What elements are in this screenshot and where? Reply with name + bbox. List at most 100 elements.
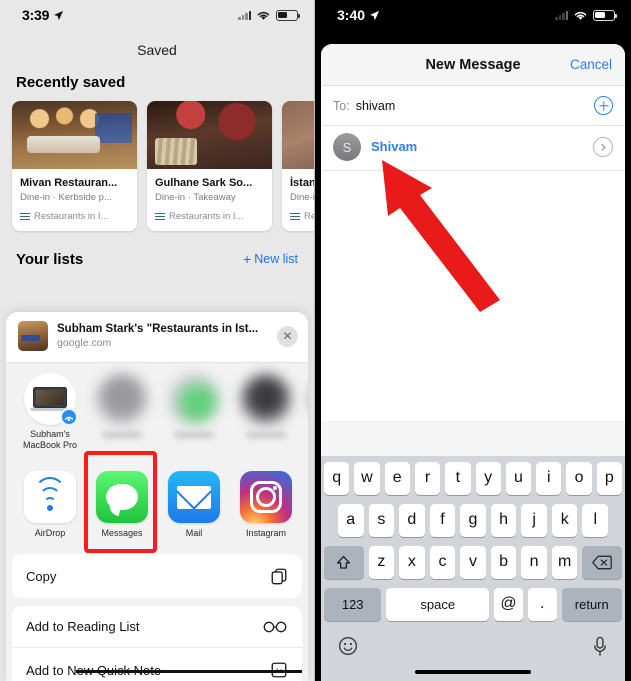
new-list-button[interactable]: + New list	[243, 252, 298, 266]
return-key[interactable]: return	[561, 587, 622, 621]
key-g[interactable]: g	[460, 503, 486, 537]
key-u[interactable]: u	[505, 461, 532, 495]
right-phone-screen: 3:40 New Message Cancel To: shivam S Shi…	[315, 0, 631, 681]
airdrop-target-blurred[interactable]	[236, 373, 296, 439]
share-apps-row: AirDrop Messages Mail Instagram	[6, 451, 308, 554]
microphone-icon[interactable]	[592, 636, 608, 662]
airdrop-target-macbook[interactable]: Subham's MacBook Pro	[20, 373, 80, 451]
status-bar-left: 3:39	[22, 7, 64, 23]
key-b[interactable]: b	[490, 545, 517, 579]
key-y[interactable]: y	[475, 461, 501, 495]
period-key[interactable]: .	[527, 587, 557, 621]
share-app-airdrop[interactable]: AirDrop	[20, 471, 80, 538]
keyboard-row-1: q w e r t y u i o p	[324, 461, 622, 495]
saved-card-title: İstan	[290, 177, 315, 189]
key-v[interactable]: v	[460, 545, 486, 579]
airdrop-target-label: Subham's MacBook Pro	[22, 429, 78, 450]
status-bar-time: 3:39	[22, 7, 50, 23]
battery-icon	[276, 9, 301, 21]
key-l[interactable]: l	[582, 503, 609, 537]
share-item-url: google.com	[57, 337, 112, 349]
glasses-icon	[262, 620, 288, 634]
on-screen-keyboard: q w e r t y u i o p a s d f g h j k l z …	[321, 455, 625, 681]
chevron-right-icon[interactable]	[593, 137, 613, 157]
key-j[interactable]: j	[521, 503, 547, 537]
contact-suggestion-row[interactable]: S Shivam	[321, 126, 625, 171]
copy-icon	[270, 567, 288, 585]
key-x[interactable]: x	[399, 545, 425, 579]
emoji-icon[interactable]	[338, 636, 358, 661]
key-f[interactable]: f	[429, 503, 456, 537]
action-add-to-new-quick-note[interactable]: Add to New Quick Note Aa	[12, 647, 302, 681]
key-c[interactable]: c	[429, 545, 456, 579]
quick-note-icon: Aa	[270, 661, 288, 679]
numeric-key[interactable]: 123	[324, 587, 382, 621]
list-icon	[290, 212, 300, 221]
delete-icon[interactable]	[582, 545, 623, 579]
share-actions: Copy Add to Reading List Add to New Quic…	[6, 554, 308, 681]
messages-icon	[96, 471, 148, 523]
plus-icon: +	[243, 251, 252, 267]
saved-card-subtitle: Dine-in · Takeaway	[155, 192, 236, 203]
share-app-instagram[interactable]: Instagram	[236, 471, 296, 538]
airdrop-targets-row: Subham's MacBook Pro	[6, 363, 308, 457]
key-z[interactable]: z	[368, 545, 395, 579]
saved-card-tag-label: Restaurants in I...	[34, 211, 109, 222]
airdrop-target-blurred[interactable]	[164, 373, 224, 439]
key-k[interactable]: k	[551, 503, 578, 537]
action-add-to-reading-list[interactable]: Add to Reading List	[12, 606, 302, 647]
close-icon[interactable]: ✕	[277, 325, 298, 347]
key-w[interactable]: w	[354, 461, 380, 495]
key-i[interactable]: i	[536, 461, 562, 495]
plus-circle-icon[interactable]	[594, 96, 613, 115]
key-o[interactable]: o	[566, 461, 592, 495]
key-p[interactable]: p	[596, 461, 622, 495]
saved-card-subtitle: Dine-in · Kerbside p...	[20, 192, 112, 203]
message-compose-area[interactable]	[321, 171, 625, 421]
space-key[interactable]: space	[386, 587, 490, 621]
restaurant-photo	[282, 101, 314, 169]
recipient-field-row[interactable]: To: shivam	[321, 86, 625, 126]
saved-card-body: Gulhane Sark So... Dine-in · Takeaway Re…	[147, 169, 272, 231]
shift-icon[interactable]	[324, 545, 364, 579]
location-arrow-icon	[54, 10, 64, 20]
action-copy[interactable]: Copy	[12, 554, 302, 598]
instagram-icon	[240, 471, 292, 523]
key-d[interactable]: d	[399, 503, 425, 537]
key-e[interactable]: e	[384, 461, 410, 495]
cancel-button[interactable]: Cancel	[570, 57, 612, 72]
key-h[interactable]: h	[490, 503, 517, 537]
action-label: Copy	[26, 568, 57, 584]
location-arrow-icon	[369, 10, 380, 20]
saved-card[interactable]: Gulhane Sark So... Dine-in · Takeaway Re…	[147, 101, 272, 231]
saved-card-tag: Restaurants in I...	[155, 211, 264, 222]
key-r[interactable]: r	[414, 461, 441, 495]
share-preview: Subham Stark's "Restaurants in Ist... go…	[6, 312, 308, 363]
key-q[interactable]: q	[324, 461, 350, 495]
share-app-label: Messages	[101, 528, 143, 538]
key-m[interactable]: m	[551, 545, 578, 579]
saved-card-body: Mivan Restauran... Dine-in · Kerbside p.…	[12, 169, 137, 231]
blurred-label	[246, 431, 286, 439]
saved-card[interactable]: İstan Dine-i Re	[282, 101, 315, 231]
key-a[interactable]: a	[337, 503, 364, 537]
new-message-sheet: New Message Cancel To: shivam S Shivam q…	[321, 44, 625, 681]
cellular-signal-icon	[555, 10, 568, 20]
recipient-input[interactable]: shivam	[356, 99, 588, 113]
share-app-messages[interactable]: Messages	[92, 471, 152, 538]
page-title: Saved	[137, 42, 177, 58]
key-t[interactable]: t	[445, 461, 471, 495]
cellular-signal-icon	[238, 10, 251, 20]
blurred-contact-icon	[96, 373, 148, 425]
airdrop-target-blurred[interactable]	[92, 373, 152, 439]
mail-icon	[168, 471, 220, 523]
status-bar-right	[555, 9, 618, 21]
saved-card[interactable]: Mivan Restauran... Dine-in · Kerbside p.…	[12, 101, 137, 231]
left-phone-screen: 3:39 Saved Recently saved Mivan Restaura…	[0, 0, 315, 681]
share-meta: Subham Stark's "Restaurants in Ist... go…	[57, 323, 268, 349]
share-sheet: Subham Stark's "Restaurants in Ist... go…	[6, 312, 308, 681]
key-n[interactable]: n	[521, 545, 547, 579]
at-key[interactable]: @	[494, 587, 523, 621]
share-app-mail[interactable]: Mail	[164, 471, 224, 538]
key-s[interactable]: s	[368, 503, 395, 537]
